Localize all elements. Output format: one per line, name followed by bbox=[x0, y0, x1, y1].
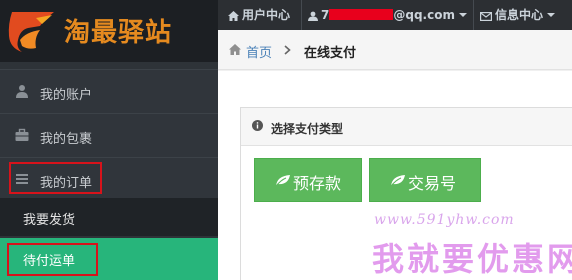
prepaid-balance-button[interactable]: 预存款 bbox=[254, 158, 362, 202]
transaction-number-button[interactable]: 交易号 bbox=[369, 158, 481, 202]
highlight-box-pending-payment bbox=[7, 243, 98, 276]
redaction-mark bbox=[329, 9, 394, 20]
watermark-url: www.591yhw.com bbox=[374, 212, 515, 228]
chevron-right-icon bbox=[284, 45, 291, 55]
sidebar: 淘最驿站 我的账户 我的包裹 我的订单 我要发货 待付运单 bbox=[0, 0, 218, 280]
home-icon bbox=[229, 44, 241, 55]
sidebar-item-my-packages[interactable]: 我的包裹 bbox=[0, 113, 218, 157]
breadcrumb-home-link[interactable]: 首页 bbox=[246, 42, 272, 61]
message-center-dropdown[interactable]: 信息中心 bbox=[480, 0, 556, 30]
watermark-text: 我就要优惠网 bbox=[372, 240, 572, 278]
sidebar-subitem-label: 我要发货 bbox=[23, 213, 76, 228]
envelope-icon bbox=[480, 12, 493, 22]
highlight-box-orders bbox=[9, 162, 102, 194]
divider bbox=[473, 0, 474, 30]
message-center-label: 信息中心 bbox=[495, 8, 544, 22]
sidebar-subitem-ship[interactable]: 我要发货 bbox=[0, 198, 218, 236]
button-label: 交易号 bbox=[408, 176, 457, 193]
user-icon bbox=[16, 85, 28, 98]
leaf-icon bbox=[390, 175, 405, 187]
info-icon bbox=[252, 120, 263, 131]
user-center-label: 用户中心 bbox=[242, 8, 291, 22]
breadcrumb-current: 在线支付 bbox=[304, 46, 357, 61]
email-prefix: 7 bbox=[321, 8, 330, 22]
email-suffix: @qq.com bbox=[393, 8, 455, 22]
leaf-icon bbox=[275, 175, 290, 187]
panel-header: 选择支付类型 bbox=[241, 108, 572, 146]
panel-title: 选择支付类型 bbox=[271, 122, 344, 136]
user-center-menu[interactable]: 用户中心 bbox=[228, 0, 290, 30]
phoenix-logo-icon bbox=[8, 12, 55, 52]
brand-name: 淘最驿站 bbox=[64, 18, 173, 48]
home-icon bbox=[228, 11, 239, 21]
chevron-down-icon bbox=[547, 13, 556, 17]
breadcrumb: 首页 在线支付 bbox=[218, 30, 572, 70]
top-navbar: 用户中心 7 @qq.com 信息中心 bbox=[218, 0, 572, 30]
brand-logo[interactable]: 淘最驿站 bbox=[0, 0, 218, 62]
divider bbox=[301, 0, 302, 30]
chevron-down-icon bbox=[458, 13, 467, 17]
sidebar-item-my-account[interactable]: 我的账户 bbox=[0, 69, 218, 113]
sidebar-item-label: 我的账户 bbox=[40, 88, 93, 103]
button-label: 预存款 bbox=[293, 176, 342, 193]
briefcase-icon bbox=[15, 128, 29, 141]
user-icon bbox=[308, 11, 318, 21]
sidebar-item-label: 我的包裹 bbox=[40, 132, 93, 147]
user-account-dropdown[interactable]: 7 @qq.com bbox=[308, 0, 467, 30]
